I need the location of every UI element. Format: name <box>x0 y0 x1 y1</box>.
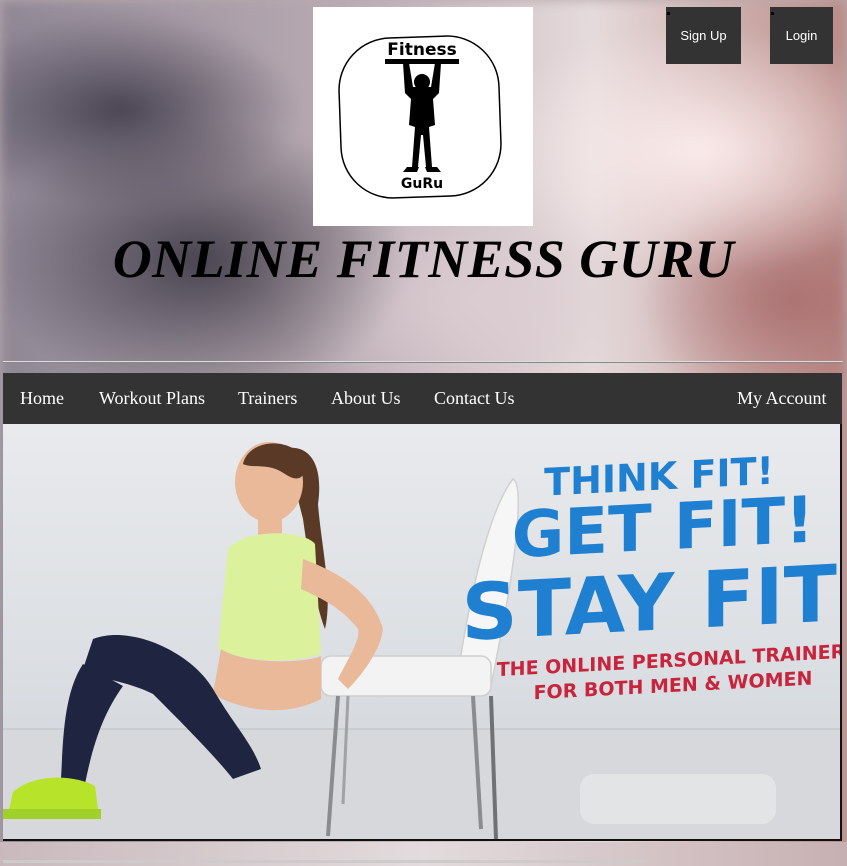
bullet-icon <box>667 12 670 15</box>
hero-right-border <box>840 424 842 841</box>
hero-subtext-highlight: MEN & WOMEN <box>650 668 812 698</box>
nav-item-workout-plans[interactable]: Workout Plans <box>99 373 205 424</box>
footer-divider <box>3 860 648 863</box>
logo-bottom-text: GuRu <box>401 176 443 192</box>
hero-banner: THINK FIT! GET FIT! STAY FIT! THE ONLINE… <box>3 424 840 840</box>
main-navigation: Home Workout Plans Trainers About Us Con… <box>3 373 842 424</box>
hero-bottom-border <box>3 839 841 841</box>
hero-subtext-2: FOR BOTH <box>534 676 650 704</box>
nav-item-contact-us[interactable]: Contact Us <box>434 373 515 424</box>
nav-item-trainers[interactable]: Trainers <box>238 373 297 424</box>
nav-item-home[interactable]: Home <box>20 373 64 424</box>
hero-blank-pill <box>580 774 776 824</box>
nav-item-my-account[interactable]: My Account <box>737 373 827 424</box>
fitness-guru-logo-icon: Fitness GuRu <box>338 35 502 199</box>
login-button[interactable]: Login <box>770 7 833 64</box>
site-logo[interactable]: Fitness GuRu <box>313 7 533 226</box>
nav-item-about-us[interactable]: About Us <box>331 373 401 424</box>
sign-up-label: Sign Up <box>680 28 727 43</box>
sign-up-button[interactable]: Sign Up <box>666 7 741 64</box>
header-divider <box>3 361 843 363</box>
bullet-icon <box>771 12 774 15</box>
login-label: Login <box>785 28 818 43</box>
logo-top-text: Fitness <box>387 40 456 60</box>
site-title: ONLINE FITNESS GURU <box>112 229 735 289</box>
hero-image: THINK FIT! GET FIT! STAY FIT! THE ONLINE… <box>3 442 840 840</box>
